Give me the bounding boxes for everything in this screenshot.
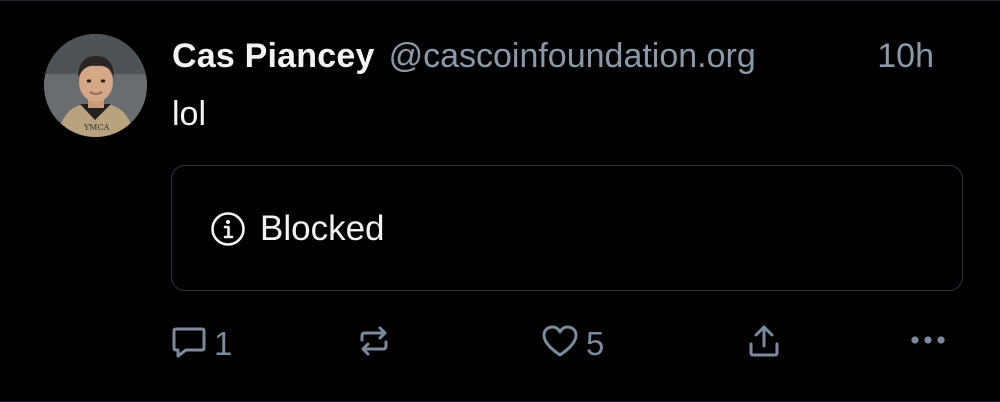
info-icon [209, 210, 247, 248]
post-header: Cas Piancey @cascoinfoundation.org 10h [172, 37, 972, 83]
more-icon [908, 325, 948, 360]
reply-button[interactable]: 1 [170, 322, 232, 365]
post-text: lol [172, 95, 207, 133]
avatar-image: YMCA [44, 34, 147, 137]
share-icon [745, 322, 783, 365]
like-count: 5 [586, 324, 605, 362]
like-button[interactable]: 5 [540, 322, 604, 365]
svg-text:YMCA: YMCA [83, 123, 110, 132]
blocked-notice: Blocked [209, 209, 385, 249]
author-display-name[interactable]: Cas Piancey [172, 37, 375, 76]
author-handle[interactable]: @cascoinfoundation.org [389, 37, 756, 76]
like-icon [540, 322, 580, 365]
share-button[interactable] [745, 322, 783, 365]
blocked-label: Blocked [260, 209, 385, 248]
reply-count: 1 [214, 324, 233, 362]
post-actions: 1 5 [0, 317, 1000, 367]
post-timestamp[interactable]: 10h [877, 37, 934, 76]
post-card[interactable]: YMCA Cas Piancey @cascoinfoundation.org … [0, 0, 1000, 402]
repost-icon [355, 322, 393, 365]
more-options-button[interactable] [908, 325, 948, 360]
avatar[interactable]: YMCA [44, 34, 147, 137]
reply-icon [170, 322, 208, 365]
blocked-embed[interactable]: Blocked [171, 165, 963, 291]
repost-button[interactable] [355, 322, 393, 365]
